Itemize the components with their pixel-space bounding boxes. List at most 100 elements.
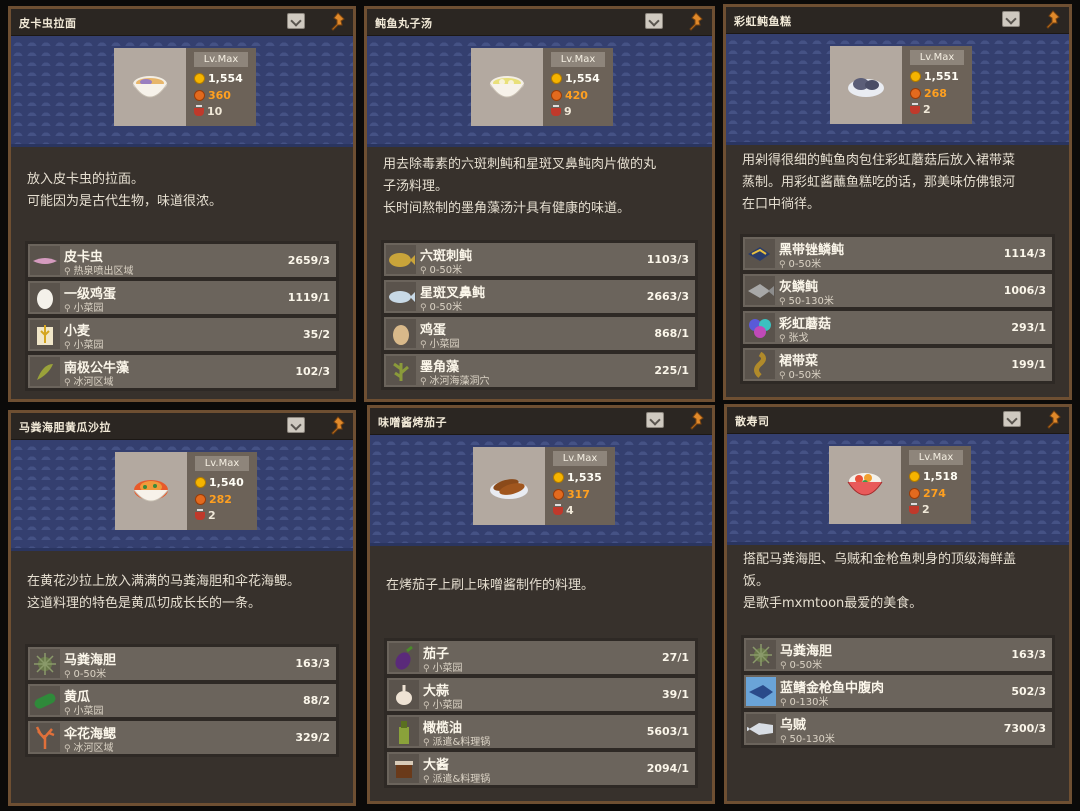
ingredient-location: 0-50米 xyxy=(780,656,822,671)
recipe-description: 用剁得很细的鲀鱼肉包住彩虹蘑菇后放入裙带菜 蒸制。用彩虹酱蘸鱼糕吃的话，那美味仿… xyxy=(742,150,1053,216)
ingredient-count: 225/1 xyxy=(654,364,689,377)
ingredient-location: 0-50米 xyxy=(779,255,821,270)
energy-icon xyxy=(910,88,921,99)
energy-icon xyxy=(551,90,562,101)
ingredient-row[interactable]: 马粪海胆 0-50米 163/3 xyxy=(28,647,336,680)
coral-icon xyxy=(30,723,60,752)
ingredient-row[interactable]: 南极公牛藻 冰河区域 102/3 xyxy=(28,355,336,388)
ingredient-row[interactable]: 乌贼 50-130米 7300/3 xyxy=(744,712,1052,745)
ingredient-row[interactable]: 小麦 小菜园 35/2 xyxy=(28,318,336,351)
level-badge: Lv.Max xyxy=(194,52,248,67)
ingredient-count: 2659/3 xyxy=(287,254,330,267)
ingredient-count: 2663/3 xyxy=(646,290,689,303)
dish-stats: Lv.Max 1,540 282 2 xyxy=(187,452,257,530)
ingredient-location: 张戈 xyxy=(779,329,808,344)
energy-icon xyxy=(195,494,206,505)
ingredient-row[interactable]: 蓝鳍金枪鱼中腹肉 0-130米 502/3 xyxy=(744,675,1052,708)
cook-count-icon xyxy=(194,104,204,116)
recipe-description: 放入皮卡虫的拉面。 可能因为是古代生物，味道很浓。 xyxy=(27,169,337,213)
ingredient-row[interactable]: 黑带锉鳞鲀 0-50米 1114/3 xyxy=(743,237,1052,270)
pin-icon[interactable] xyxy=(687,12,705,32)
collapse-button[interactable] xyxy=(646,412,664,428)
recipe-description: 在黄花沙拉上放入满满的马粪海胆和伞花海鳃。 这道料理的特色是黄瓜切成长长的一条。 xyxy=(27,571,337,615)
recipe-title: 味噌酱烤茄子 xyxy=(378,416,447,429)
recipe-card-1: 皮卡虫拉面 Lv.Max 1,554 360 10 放入皮卡虫的拉面。 可能因为… xyxy=(8,6,356,402)
dish-banner: Lv.Max 1,551 268 2 xyxy=(726,34,1069,145)
energy-value: 268 xyxy=(924,87,947,100)
description-line: 蒸制。用彩虹酱蘸鱼糕吃的话，那美味仿佛银河 xyxy=(742,175,1016,190)
egg-icon xyxy=(386,319,416,348)
cook-count-value: 2 xyxy=(922,503,930,516)
collapse-button[interactable] xyxy=(645,13,663,29)
ingredient-count: 199/1 xyxy=(1011,358,1046,371)
ingredient-row[interactable]: 马粪海胆 0-50米 163/3 xyxy=(744,638,1052,671)
collapse-button[interactable] xyxy=(1002,11,1020,27)
ingredient-row[interactable]: 彩虹蘑菇 张戈 293/1 xyxy=(743,311,1052,344)
pin-icon[interactable] xyxy=(1044,10,1062,30)
pin-icon[interactable] xyxy=(688,411,706,431)
pin-icon[interactable] xyxy=(1045,410,1063,430)
recipe-description: 搭配马粪海胆、乌贼和金枪鱼刺身的顶级海鲜盖 饭。 是歌手mxmtoon最爱的美食… xyxy=(743,549,1053,615)
ingredient-row[interactable]: 大蒜 小菜园 39/1 xyxy=(387,678,695,711)
ingredient-count: 35/2 xyxy=(303,328,330,341)
ingredient-row[interactable]: 灰鳞鲀 50-130米 1006/3 xyxy=(743,274,1052,307)
energy-icon xyxy=(194,90,205,101)
level-badge: Lv.Max xyxy=(553,451,607,466)
dish-box: Lv.Max 1,518 274 2 xyxy=(829,446,971,524)
energy-value: 282 xyxy=(209,493,232,506)
kelp-icon xyxy=(30,357,60,386)
level-badge: Lv.Max xyxy=(195,456,249,471)
ingredient-row[interactable]: 墨角藻 冰河海藻洞穴 225/1 xyxy=(384,354,695,387)
olive-oil-icon xyxy=(389,717,419,746)
dish-stats: Lv.Max 1,551 268 2 xyxy=(902,46,972,124)
card-titlebar: 散寿司 xyxy=(727,407,1069,434)
eggplant-icon xyxy=(389,643,419,672)
ingredient-row[interactable]: 六斑刺鲀 0-50米 1103/3 xyxy=(384,243,695,276)
ingredient-row[interactable]: 一级鸡蛋 小菜园 1119/1 xyxy=(28,281,336,314)
fishcake-plate-icon xyxy=(830,46,902,124)
ingredient-row[interactable]: 茄子 小菜园 27/1 xyxy=(387,641,695,674)
ingredient-location: 0-50米 xyxy=(779,366,821,381)
pin-icon[interactable] xyxy=(329,12,347,32)
recipe-card-4: 马粪海胆黄瓜沙拉 Lv.Max 1,540 282 2 在黄花沙拉上放入满满的马… xyxy=(8,410,356,806)
collapse-button[interactable] xyxy=(287,417,305,433)
chirashi-bowl-icon xyxy=(829,446,901,524)
recipe-title: 散寿司 xyxy=(735,415,770,428)
ingredient-row[interactable]: 裙带菜 0-50米 199/1 xyxy=(743,348,1052,381)
card-titlebar: 彩虹鲀鱼糕 xyxy=(726,7,1069,34)
dish-banner: Lv.Max 1,518 274 2 xyxy=(727,434,1069,545)
ingredient-row[interactable]: 大酱 派遣&料理锅 2094/1 xyxy=(387,752,695,785)
ingredient-count: 2094/1 xyxy=(646,762,689,775)
ingredient-location: 0-50米 xyxy=(420,298,462,313)
ingredient-row[interactable]: 皮卡虫 热泉喷出区域 2659/3 xyxy=(28,244,336,277)
ingredient-count: 1119/1 xyxy=(287,291,330,304)
collapse-button[interactable] xyxy=(287,13,305,29)
energy-value: 317 xyxy=(567,488,590,501)
ingredient-count: 27/1 xyxy=(662,651,689,664)
energy-value: 420 xyxy=(565,89,588,102)
ingredient-location: 小菜园 xyxy=(64,299,103,314)
ingredient-row[interactable]: 橄榄油 派遣&料理锅 5603/1 xyxy=(387,715,695,748)
ingredient-list: 皮卡虫 热泉喷出区域 2659/3 一级鸡蛋 小菜园 1119/1 小麦 小菜园… xyxy=(25,241,339,391)
ingredient-count: 1006/3 xyxy=(1003,284,1046,297)
ingredient-list: 茄子 小菜园 27/1 大蒜 小菜园 39/1 橄榄油 派遣&料理锅 5603/… xyxy=(384,638,698,788)
dish-box: Lv.Max 1,540 282 2 xyxy=(115,452,257,530)
description-line: 是歌手mxmtoon最爱的美食。 xyxy=(743,596,923,611)
pin-icon[interactable] xyxy=(329,416,347,436)
coin-icon xyxy=(194,73,205,84)
ingredient-location: 冰河区域 xyxy=(64,373,113,388)
ingredient-count: 102/3 xyxy=(295,365,330,378)
squid-icon xyxy=(746,714,776,743)
collapse-button[interactable] xyxy=(1003,411,1021,427)
ingredient-row[interactable]: 鸡蛋 小菜园 868/1 xyxy=(384,317,695,350)
ingredient-row[interactable]: 伞花海鳃 冰河区域 329/2 xyxy=(28,721,336,754)
ingredient-location: 0-130米 xyxy=(780,693,828,708)
ingredient-count: 88/2 xyxy=(303,694,330,707)
ingredient-location: 冰河海藻洞穴 xyxy=(420,372,489,387)
ingredient-count: 163/3 xyxy=(295,657,330,670)
ingredient-row[interactable]: 黄瓜 小菜园 88/2 xyxy=(28,684,336,717)
garlic-icon xyxy=(389,680,419,709)
pikaia-icon xyxy=(30,246,60,275)
recipe-card-6: 散寿司 Lv.Max 1,518 274 2 搭配马粪海胆、乌贼和金枪鱼刺身的顶… xyxy=(724,404,1072,804)
ingredient-row[interactable]: 星斑叉鼻鲀 0-50米 2663/3 xyxy=(384,280,695,313)
